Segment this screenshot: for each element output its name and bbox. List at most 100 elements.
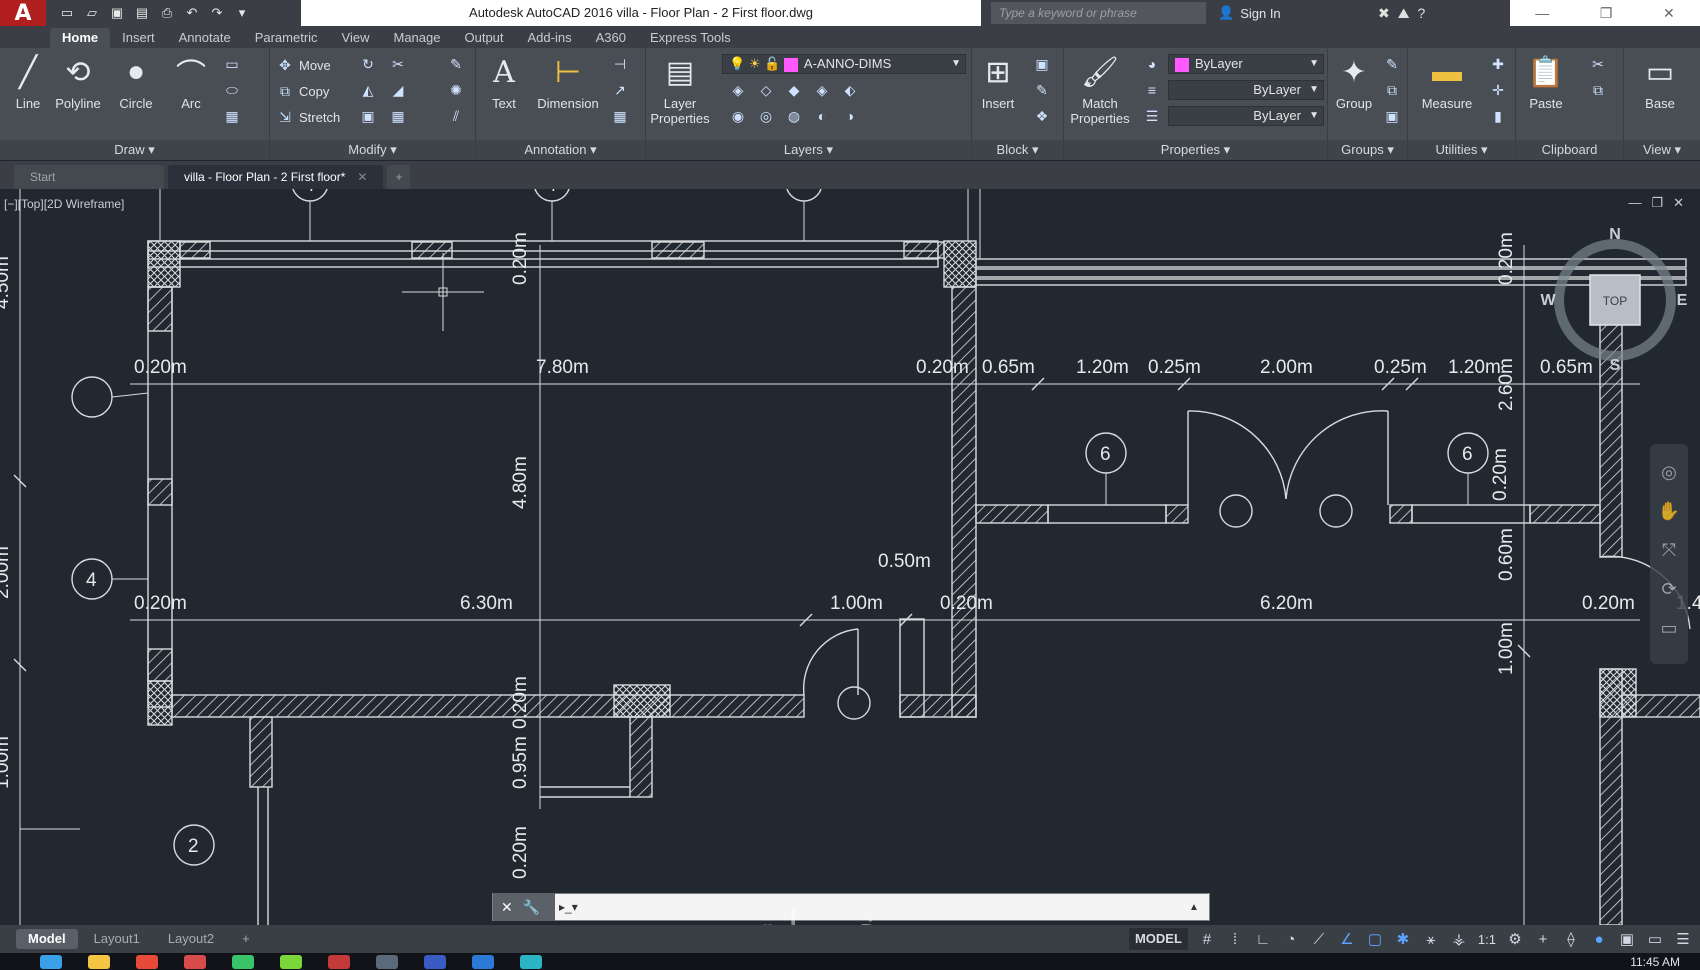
app-icon[interactable] (520, 954, 542, 969)
tab-addins[interactable]: Add-ins (516, 28, 584, 48)
cut-icon[interactable]: ✂ (1588, 54, 1608, 74)
app-icon[interactable] (232, 954, 254, 969)
command-input[interactable] (585, 896, 1189, 918)
move-tool[interactable]: ✥ Move (276, 54, 331, 76)
isolate-objects-icon[interactable]: ● (1590, 931, 1608, 948)
tab-express-tools[interactable]: Express Tools (638, 28, 743, 48)
edit-block-icon[interactable]: ✎ (1032, 80, 1052, 100)
command-prompt-icon[interactable]: ▸_▾ (555, 900, 585, 914)
customize-icon[interactable]: ▾ (231, 4, 253, 22)
tab-view[interactable]: View (330, 28, 382, 48)
tab-manage[interactable]: Manage (382, 28, 453, 48)
tab-home[interactable]: Home (50, 28, 111, 48)
autocad-taskbar-icon[interactable] (328, 954, 350, 969)
explode-icon[interactable]: ✺ (446, 80, 466, 100)
restore-icon[interactable]: ❐ (1600, 5, 1613, 22)
copy-tool[interactable]: ⧉ Copy (276, 80, 329, 102)
rotate-icon[interactable]: ↻ (358, 54, 378, 74)
application-menu-button[interactable]: A (0, 0, 46, 26)
arc-tool[interactable]: ⌒ Arc (165, 52, 217, 111)
steering-wheel-icon[interactable]: ◎ (1661, 462, 1677, 483)
layer-match-icon[interactable]: ⬖ (840, 80, 860, 100)
layers-panel-title[interactable]: Layers ▾ (646, 140, 971, 160)
array-icon[interactable]: ▦ (388, 106, 408, 126)
view-panel-title[interactable]: View ▾ (1624, 140, 1700, 160)
annotation-visibility-icon[interactable]: ✱ (1394, 930, 1412, 948)
modify-panel-title[interactable]: Modify ▾ (270, 140, 475, 160)
viewport-controls-label[interactable]: [−][Top][2D Wireframe] (4, 197, 124, 211)
layer-freeze-icon[interactable]: ◆ (784, 80, 804, 100)
id-point-icon[interactable]: ✛ (1488, 80, 1508, 100)
utilities-panel-title[interactable]: Utilities ▾ (1408, 140, 1515, 160)
close-icon[interactable]: ✕ (1663, 5, 1675, 22)
table-icon[interactable]: ▦ (610, 106, 630, 126)
fillet-icon[interactable]: ◢ (388, 80, 408, 100)
workspace-gear-icon[interactable]: ⚙ (1506, 930, 1524, 948)
units-icon[interactable]: ⟠ (1562, 930, 1580, 948)
help-icon[interactable]: ? (1418, 5, 1426, 22)
tab-annotate[interactable]: Annotate (167, 28, 243, 48)
draw-panel-title[interactable]: Draw ▾ (0, 140, 269, 160)
layer-walk-icon[interactable]: ◐ (812, 106, 832, 126)
explorer-icon[interactable] (88, 954, 110, 969)
dimension-tool[interactable]: ⊢ Dimension (532, 52, 604, 112)
model-space-button[interactable]: MODEL (1128, 928, 1188, 950)
app-icon[interactable] (280, 954, 302, 969)
group-tool[interactable]: ✦ Group (1328, 52, 1380, 112)
ellipse-icon[interactable]: ⬭ (222, 80, 242, 100)
edit-attributes-icon[interactable]: ❖ (1032, 106, 1052, 126)
restore-icon[interactable]: ❐ (1651, 195, 1663, 211)
polar-icon[interactable]: ◔ (1282, 931, 1300, 948)
scale-icon[interactable]: ▣ (358, 106, 378, 126)
app-icon[interactable] (376, 954, 398, 969)
layer-properties-tool[interactable]: ▤ Layer Properties (650, 52, 710, 127)
customization-menu-icon[interactable]: ☰ (1674, 930, 1692, 948)
start-icon[interactable] (40, 954, 62, 969)
layer-off-icon[interactable]: ◈ (728, 80, 748, 100)
exchange-icon[interactable]: ✖ (1378, 5, 1390, 22)
polyline-tool[interactable]: ⟲ Polyline (52, 52, 104, 112)
multileader-icon[interactable]: ↗ (610, 80, 630, 100)
group-select-icon[interactable]: ▣ (1382, 106, 1402, 126)
annotation-monitor-icon[interactable]: + (1534, 931, 1552, 948)
trim-icon[interactable]: ✂ (388, 54, 408, 74)
clean-screen-icon[interactable]: ▭ (1646, 930, 1664, 948)
open-icon[interactable]: ▱ (81, 4, 103, 22)
leader-icon[interactable]: ⊣ (610, 54, 630, 74)
viewcube-west[interactable]: W (1540, 292, 1556, 309)
tab-start[interactable]: Start (14, 165, 164, 189)
sign-in-button[interactable]: 👤 Sign In (1218, 5, 1368, 21)
layer-merge-icon[interactable]: ◑ (840, 106, 860, 126)
layer-isolate-icon[interactable]: ◇ (756, 80, 776, 100)
viewcube-face-label[interactable]: TOP (1603, 294, 1627, 308)
chevron-up-icon[interactable]: ▲ (1189, 902, 1209, 913)
drawing-viewport[interactable]: 0.20m 7.80m 0.20m 0.65m 1.20m 0.25m 2.00… (0, 189, 1700, 925)
plot-icon[interactable]: ⎙ (156, 4, 178, 22)
color-dropdown[interactable]: ByLayer ▼ (1168, 54, 1324, 74)
layer-copy-icon[interactable]: ◎ (756, 106, 776, 126)
circle-tool[interactable]: ● Circle (110, 52, 162, 111)
app-icon[interactable] (472, 954, 494, 969)
line-tool[interactable]: ╱ Line (2, 52, 54, 112)
annotation-scale-icon[interactable]: ⚶ (1450, 930, 1468, 948)
properties-panel-title[interactable]: Properties ▾ (1064, 140, 1327, 160)
viewcube-east[interactable]: E (1677, 292, 1688, 309)
layer-lock-icon[interactable]: ◈ (812, 80, 832, 100)
new-icon[interactable]: ▭ (56, 4, 78, 22)
zoom-icon[interactable]: ⤧ (1662, 540, 1676, 561)
ortho-icon[interactable]: ∟ (1254, 931, 1272, 948)
create-block-icon[interactable]: ▣ (1032, 54, 1052, 74)
saveas-icon[interactable]: ▤ (131, 4, 153, 22)
auto-scale-icon[interactable]: ⚹ (1422, 931, 1440, 948)
layer-current-icon[interactable]: ◉ (728, 106, 748, 126)
linetype-dropdown[interactable]: ByLayer ▼ (1168, 80, 1324, 100)
pan-icon[interactable]: ✋ (1658, 501, 1680, 522)
grid-icon[interactable]: # (1198, 931, 1216, 948)
isodraft-icon[interactable]: ⟋ (1310, 931, 1328, 948)
close-icon[interactable]: ✕ (1673, 195, 1684, 211)
layer-dropdown[interactable]: 💡 ☀ 🔓 A-ANNO-DIMS ▼ (722, 54, 966, 74)
tab-insert[interactable]: Insert (110, 28, 167, 48)
showmotion-icon[interactable]: ▭ (1660, 618, 1677, 639)
minimize-icon[interactable]: — (1628, 195, 1641, 211)
add-layout-button[interactable]: + (230, 929, 262, 949)
